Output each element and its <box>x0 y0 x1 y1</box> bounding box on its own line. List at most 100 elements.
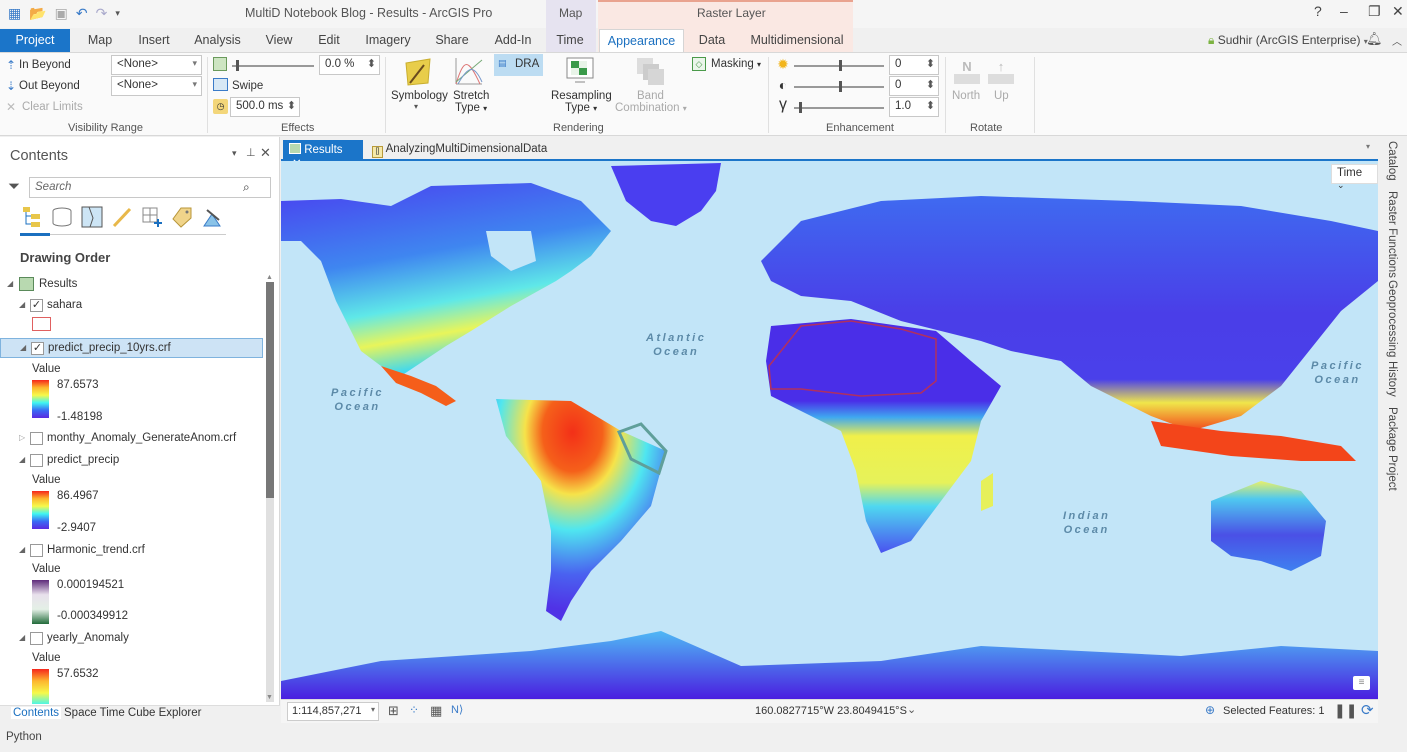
gamma-input[interactable]: 1.0 <box>889 97 939 117</box>
layer-visibility-checkbox[interactable] <box>30 454 43 467</box>
contrast-slider-thumb[interactable] <box>839 81 842 92</box>
grid-icon[interactable]: ▦ <box>430 703 442 719</box>
selected-features[interactable]: Selected Features: 1 <box>1223 705 1325 717</box>
expand-icon[interactable]: ◢ <box>19 455 25 464</box>
masking-button[interactable]: Masking ▾ <box>711 58 761 70</box>
layer-harmonic-trend[interactable]: ◢ Harmonic_trend.crf <box>0 541 260 561</box>
rotation-icon[interactable]: N⟩ <box>451 703 463 716</box>
doc-tab-notebook[interactable]: [] AnalyzingMultiDimensionalData <box>366 140 553 161</box>
transparency-input[interactable]: 0.0 % <box>319 55 380 75</box>
list-by-selection-icon[interactable] <box>80 205 104 229</box>
clear-limits-button[interactable]: Clear Limits <box>22 101 83 113</box>
swipe-button[interactable]: Swipe <box>232 80 263 92</box>
collapse-icon[interactable]: ▷ <box>19 433 25 442</box>
tab-contents[interactable]: Contents <box>11 707 62 719</box>
fixed-zoom-icon[interactable]: ⊞ <box>388 703 399 719</box>
brightness-slider-thumb[interactable] <box>839 60 842 71</box>
tab-analysis[interactable]: Analysis <box>190 29 245 52</box>
dock-tab-raster-functions[interactable]: Raster Functions <box>1386 191 1398 278</box>
dock-tab-geoprocessing[interactable]: Geoprocessing <box>1386 280 1398 357</box>
list-by-perspective-imagery-icon[interactable] <box>200 205 224 229</box>
layer-visibility-checkbox[interactable]: ✓ <box>30 299 43 312</box>
tab-add-in[interactable]: Add-In <box>488 29 538 52</box>
contents-scrollbar[interactable] <box>266 282 274 702</box>
customize-qat-icon[interactable]: ▾ <box>115 8 120 19</box>
new-project-icon[interactable]: ▦ <box>8 5 21 22</box>
gamma-slider[interactable] <box>794 107 884 109</box>
pause-drawing-icon[interactable]: ❚❚ <box>1334 702 1357 719</box>
save-icon[interactable]: ▣ <box>55 5 68 22</box>
tab-edit[interactable]: Edit <box>312 29 346 52</box>
layer-visibility-checkbox[interactable] <box>30 544 43 557</box>
doc-tab-results[interactable]: Results ✕ <box>283 140 363 170</box>
list-by-data-source-icon[interactable] <box>50 205 74 229</box>
layer-predict-precip[interactable]: ◢ predict_precip <box>0 451 260 471</box>
list-by-snapping-icon[interactable] <box>140 205 164 229</box>
tab-list-dropdown-icon[interactable]: ▾ <box>1366 142 1370 151</box>
tab-data[interactable]: Data <box>692 29 732 52</box>
expand-icon[interactable]: ◢ <box>19 545 25 554</box>
dock-tab-history[interactable]: History <box>1386 361 1398 397</box>
out-beyond-button[interactable]: Out Beyond <box>19 80 80 92</box>
list-by-labeling-icon[interactable] <box>170 205 194 229</box>
tab-multidimensional[interactable]: Multidimensional <box>745 29 849 52</box>
expand-icon[interactable]: ◢ <box>19 300 25 309</box>
transparency-slider-thumb[interactable] <box>236 60 239 71</box>
tab-insert[interactable]: Insert <box>133 29 175 52</box>
layer-visibility-checkbox[interactable] <box>30 632 43 645</box>
stretch-type-button[interactable]: Type ▾ <box>455 102 487 114</box>
contrast-input[interactable]: 0 <box>889 76 939 96</box>
tab-share[interactable]: Share <box>430 29 474 52</box>
symbology-button[interactable]: Symbology <box>391 90 448 102</box>
gamma-slider-thumb[interactable] <box>798 102 802 113</box>
scroll-up-icon[interactable]: ▲ <box>266 274 273 281</box>
user-account[interactable]: 🔒︎ Sudhir (ArcGIS Enterprise) ▾ <box>1208 33 1368 48</box>
collapse-ribbon-icon[interactable]: ︿ <box>1392 33 1402 48</box>
tab-view[interactable]: View <box>260 29 298 52</box>
out-beyond-dropdown[interactable]: <None> <box>111 76 202 96</box>
in-beyond-dropdown[interactable]: <None> <box>111 55 202 75</box>
contents-search-input[interactable]: Search <box>29 177 271 198</box>
transparency-slider[interactable] <box>232 65 314 67</box>
pane-options-icon[interactable]: ▾ <box>232 148 237 159</box>
tab-map[interactable]: Map <box>80 29 120 52</box>
scale-dropdown[interactable]: 1:114,857,271 ▾ <box>287 702 379 721</box>
layer-visibility-checkbox[interactable]: ✓ <box>31 342 44 355</box>
undo-icon[interactable]: ↶ <box>76 5 88 22</box>
symbology-dropdown-icon[interactable]: ▾ <box>414 102 418 111</box>
coordinate-format-icon[interactable]: ⌄ <box>907 703 916 716</box>
search-icon[interactable]: ⌕ <box>243 180 250 195</box>
layer-yearly-anomaly[interactable]: ◢ yearly_Anomaly <box>0 629 260 649</box>
brightness-input[interactable]: 0 <box>889 55 939 75</box>
resampling-button[interactable]: Resampling <box>551 90 612 102</box>
north-button[interactable]: North <box>952 90 980 102</box>
layer-sahara[interactable]: ◢ ✓ sahara <box>0 296 260 316</box>
up-button[interactable]: Up <box>994 90 1009 102</box>
layer-predict-precip-10yrs[interactable]: ◢ ✓ predict_precip_10yrs.crf <box>0 338 263 358</box>
expand-icon[interactable]: ◢ <box>20 343 26 352</box>
expand-icon[interactable]: ◢ <box>19 633 25 642</box>
tab-project[interactable]: Project <box>0 29 70 52</box>
refresh-icon[interactable]: ⟳ <box>1361 701 1374 719</box>
snapping-icon[interactable]: ⁘ <box>409 703 419 717</box>
in-beyond-button[interactable]: In Beyond <box>19 59 71 71</box>
list-by-drawing-order-icon[interactable] <box>20 205 44 229</box>
python-tab[interactable]: Python <box>6 731 42 743</box>
map-notes-icon[interactable]: ≡ <box>1353 676 1370 690</box>
stretch-button[interactable]: Stretch <box>453 90 489 102</box>
filter-icon[interactable]: ⏷ <box>8 178 20 195</box>
time-slider-button[interactable]: Time ⌄ <box>1331 164 1378 190</box>
map-node-results[interactable]: ◢ Results <box>0 275 260 295</box>
band-combination-button[interactable]: Combination ▾ <box>615 102 687 114</box>
tab-time[interactable]: Time <box>550 29 590 52</box>
pin-icon[interactable]: ⊥ <box>246 146 256 159</box>
resampling-type-button[interactable]: Type ▾ <box>565 102 597 114</box>
scrollbar-thumb[interactable] <box>266 282 274 498</box>
dra-button[interactable]: ▤ DRA <box>494 54 543 76</box>
help-button[interactable]: ? <box>1314 3 1322 19</box>
pane-close-icon[interactable]: ✕ <box>260 145 271 161</box>
restore-button[interactable]: ❐ <box>1368 3 1381 20</box>
minimize-button[interactable]: – <box>1340 3 1348 19</box>
expand-icon[interactable]: ◢ <box>7 279 13 288</box>
dock-tab-package-project[interactable]: Package Project <box>1386 407 1398 491</box>
